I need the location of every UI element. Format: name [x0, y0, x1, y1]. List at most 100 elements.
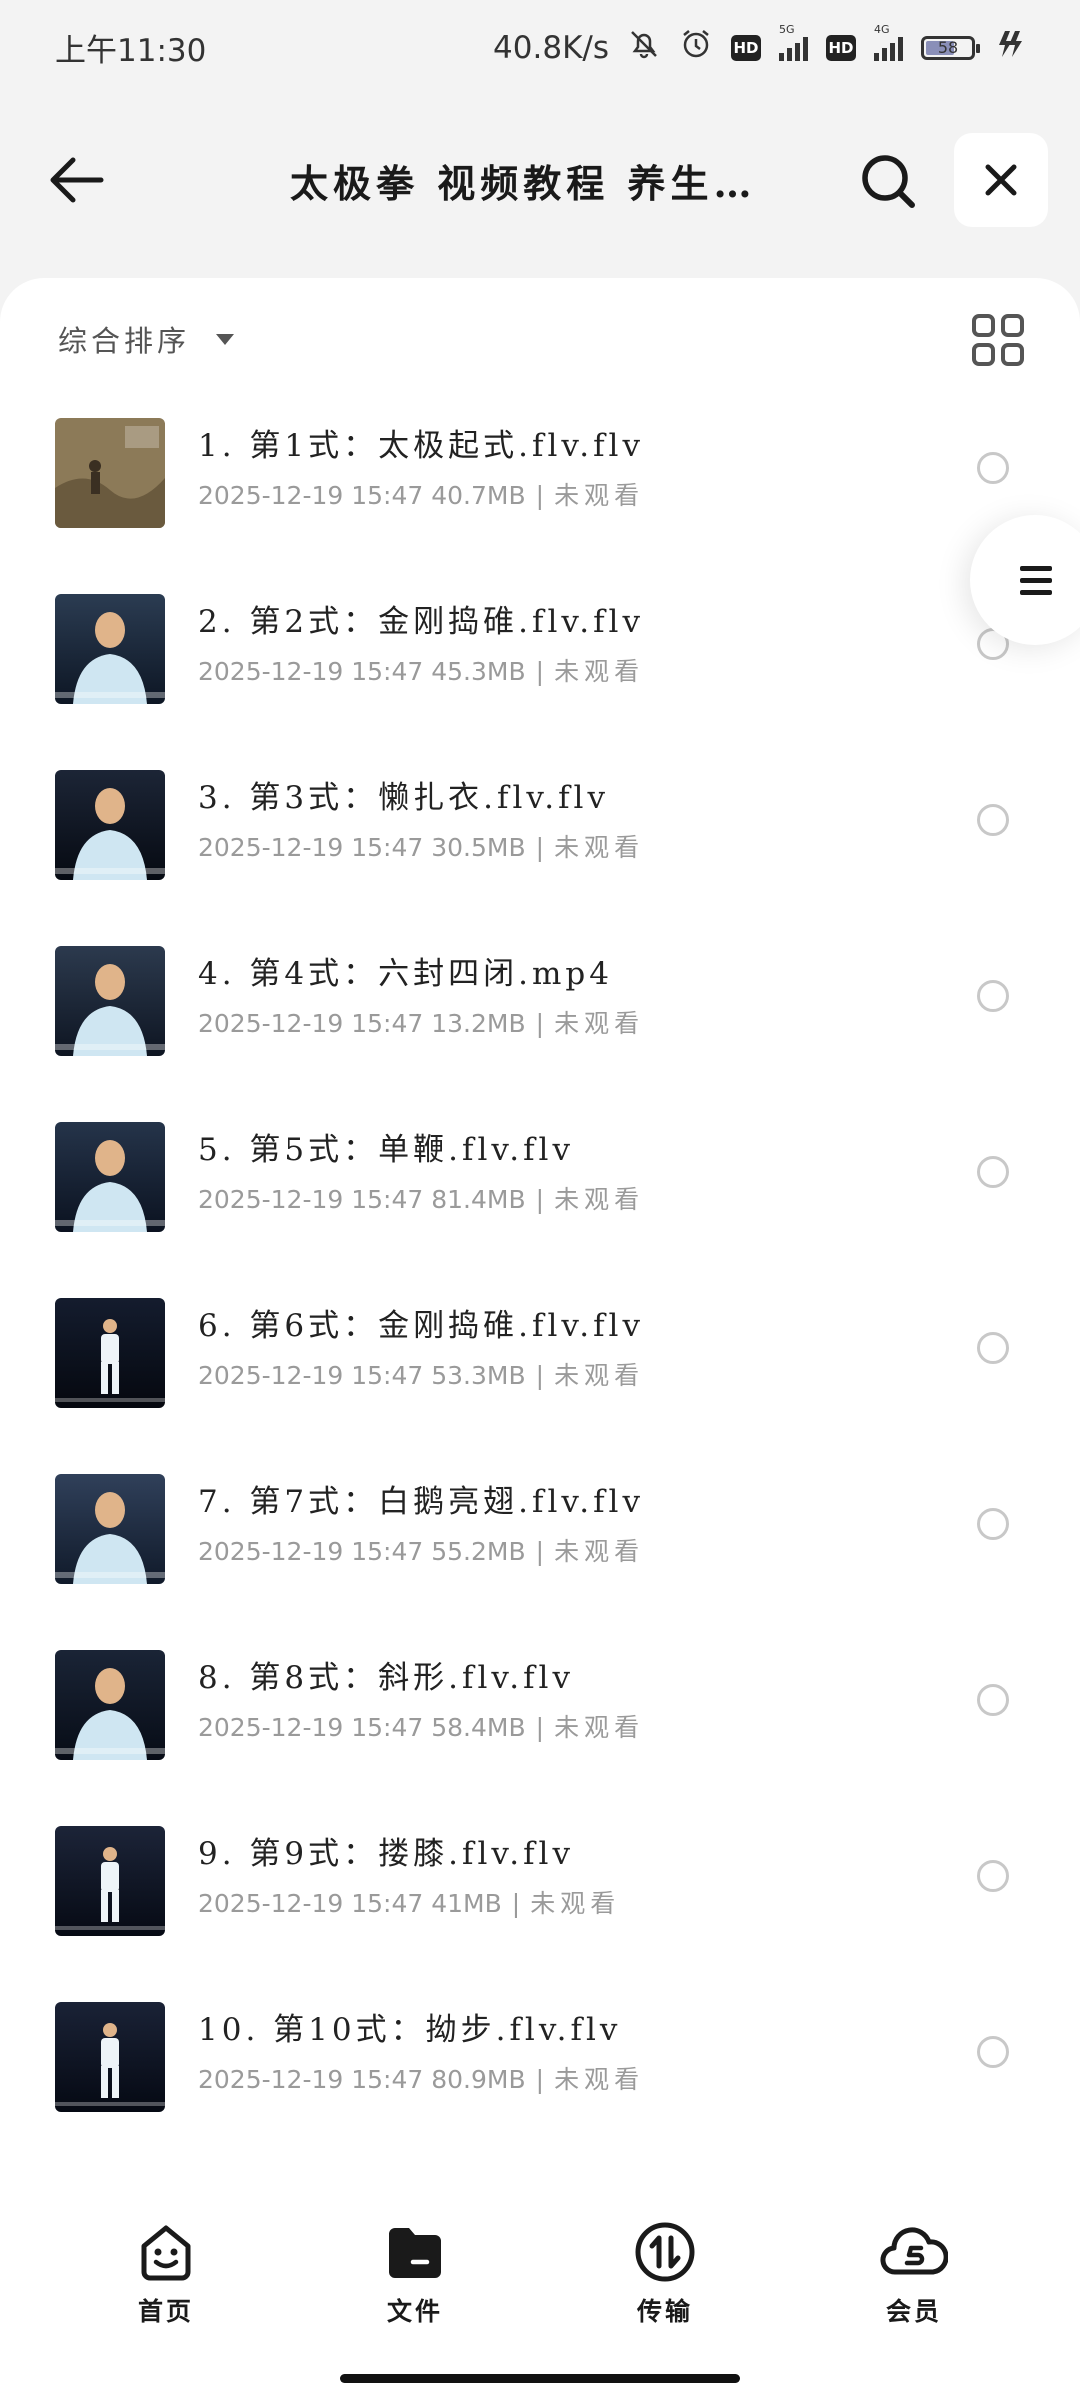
status-time: 上午11:30 [55, 33, 207, 69]
file-meta: 2025-12-19 15:47 13.2MB | 未观看 [198, 1004, 644, 1040]
file-row[interactable]: 2. 第2式：金刚捣碓.flv.flv 2025-12-19 15:47 45.3… [0, 572, 1080, 748]
file-name: 10. 第10式：拗步.flv.flv [198, 2012, 622, 2048]
file-name: 4. 第4式：六封四闭.mp4 [198, 956, 613, 992]
alarm-icon [679, 27, 713, 69]
search-button[interactable] [852, 145, 924, 217]
watch-status: 未观看 [554, 1361, 645, 1390]
select-radio[interactable] [977, 452, 1009, 484]
select-radio[interactable] [977, 2036, 1009, 2068]
nav-transfer[interactable]: 传输 [585, 2220, 745, 2328]
watch-status: 未观看 [554, 2065, 645, 2094]
file-meta: 2025-12-19 15:47 55.2MB | 未观看 [198, 1532, 644, 1568]
status-indicators: 40.8K/s HD 5G HD 4G 58 [493, 23, 1025, 69]
file-date: 2025-12-19 15:47 [198, 1361, 424, 1390]
back-button[interactable] [42, 145, 112, 215]
battery-level: 58 [937, 38, 959, 57]
file-row[interactable]: 8. 第8式：斜形.flv.flv 2025-12-19 15:47 58.4MB… [0, 1628, 1080, 1804]
file-row[interactable]: 3. 第3式：懒扎衣.flv.flv 2025-12-19 15:47 30.5M… [0, 748, 1080, 924]
select-radio[interactable] [977, 804, 1009, 836]
search-icon [862, 155, 915, 208]
file-date: 2025-12-19 15:47 [198, 1009, 424, 1038]
file-list: 1. 第1式：太极起式.flv.flv 2025-12-19 15:47 40.7… [0, 396, 1080, 2178]
file-row[interactable]: 7. 第7式：白鹅亮翅.flv.flv 2025-12-19 15:47 55.2… [0, 1452, 1080, 1628]
select-radio[interactable] [977, 1684, 1009, 1716]
close-icon [985, 164, 1017, 196]
file-date: 2025-12-19 15:47 [198, 657, 424, 686]
video-thumbnail [55, 418, 165, 528]
signal-5g-label: 5G [779, 22, 795, 36]
file-row[interactable]: 10. 第10式：拗步.flv.flv 2025-12-19 15:47 80.9… [0, 1980, 1080, 2156]
watch-status: 未观看 [554, 1009, 645, 1038]
close-button[interactable] [954, 133, 1048, 227]
watch-status: 未观看 [554, 1537, 645, 1566]
file-meta: 2025-12-19 15:47 45.3MB | 未观看 [198, 652, 644, 688]
battery-icon: 58 [921, 35, 980, 60]
file-row[interactable]: 6. 第6式：金刚捣碓.flv.flv 2025-12-19 15:47 53.3… [0, 1276, 1080, 1452]
file-meta: 2025-12-19 15:47 41MB | 未观看 [198, 1884, 620, 1920]
meta-separator: | [535, 1713, 545, 1742]
file-size: 13.2MB [431, 1009, 526, 1038]
file-row[interactable]: 1. 第1式：太极起式.flv.flv 2025-12-19 15:47 40.7… [0, 396, 1080, 572]
nav-home-label: 首页 [137, 2297, 194, 2326]
video-thumbnail [55, 2002, 165, 2112]
select-radio[interactable] [977, 980, 1009, 1012]
file-name: 7. 第7式：白鹅亮翅.flv.flv [198, 1484, 644, 1520]
meta-separator: | [535, 1537, 545, 1566]
file-meta: 2025-12-19 15:47 30.5MB | 未观看 [198, 828, 644, 864]
file-size: 80.9MB [431, 2065, 526, 2094]
file-date: 2025-12-19 15:47 [198, 833, 424, 862]
select-radio[interactable] [977, 1156, 1009, 1188]
mute-bell-icon [627, 27, 661, 69]
home-indicator [340, 2374, 740, 2383]
watch-status: 未观看 [554, 1713, 645, 1742]
smile-home-icon [141, 2225, 191, 2281]
file-row[interactable]: 4. 第4式：六封四闭.mp4 2025-12-19 15:47 13.2MB | 未… [0, 924, 1080, 1100]
file-date: 2025-12-19 15:47 [198, 1185, 424, 1214]
video-thumbnail [55, 770, 165, 880]
file-size: 81.4MB [431, 1185, 526, 1214]
file-size: 45.3MB [431, 657, 526, 686]
file-name: 6. 第6式：金刚捣碓.flv.flv [198, 1308, 644, 1344]
file-size: 55.2MB [431, 1537, 526, 1566]
watch-status: 未观看 [554, 833, 645, 862]
meta-separator: | [535, 481, 545, 510]
file-row[interactable]: 9. 第9式：搂膝.flv.flv 2025-12-19 15:47 41MB | 未… [0, 1804, 1080, 1980]
file-size: 53.3MB [431, 1361, 526, 1390]
status-bar: 上午11:30 40.8K/s HD 5G HD 4G 58 [0, 0, 1080, 95]
file-size: 40.7MB [431, 481, 526, 510]
transfer-icon [635, 2222, 695, 2282]
file-name: 2. 第2式：金刚捣碓.flv.flv [198, 604, 644, 640]
network-speed: 40.8K/s [493, 29, 609, 66]
arrow-left-icon [50, 157, 104, 203]
file-meta: 2025-12-19 15:47 40.7MB | 未观看 [198, 476, 644, 512]
file-meta: 2025-12-19 15:47 80.9MB | 未观看 [198, 2060, 644, 2096]
file-row-partial[interactable] [0, 2156, 1080, 2178]
watch-status: 未观看 [554, 1185, 645, 1214]
nav-home[interactable]: 首页 [86, 2220, 246, 2328]
sort-label: 综合排序 [58, 324, 191, 358]
select-radio[interactable] [977, 1332, 1009, 1364]
watch-status: 未观看 [554, 481, 645, 510]
file-size: 58.4MB [431, 1713, 526, 1742]
file-row[interactable]: 5. 第5式：单鞭.flv.flv 2025-12-19 15:47 81.4MB… [0, 1100, 1080, 1276]
video-thumbnail [55, 1122, 165, 1232]
meta-separator: | [535, 1185, 545, 1214]
header: 太极拳 视频教程 养生… [0, 115, 1080, 245]
video-thumbnail [55, 1650, 165, 1760]
video-thumbnail [55, 1474, 165, 1584]
video-thumbnail [55, 1826, 165, 1936]
select-radio[interactable] [977, 1508, 1009, 1540]
charging-icon [993, 28, 1025, 68]
file-meta: 2025-12-19 15:47 81.4MB | 未观看 [198, 1180, 644, 1216]
grid-view-button[interactable] [972, 314, 1024, 366]
signal-4g-label: 4G [874, 22, 890, 36]
file-date: 2025-12-19 15:47 [198, 1713, 424, 1742]
hd-badge-2: HD [826, 34, 856, 61]
nav-transfer-label: 传输 [636, 2297, 693, 2326]
select-radio[interactable] [977, 1860, 1009, 1892]
nav-files-label: 文件 [386, 2297, 443, 2326]
file-list-panel: 综合排序 1. 第1式：太极起式.flv.flv 2025-12-19 15:47… [0, 278, 1080, 2178]
nav-files[interactable]: 文件 [335, 2220, 495, 2328]
nav-vip[interactable]: 会员 [834, 2220, 994, 2328]
sort-dropdown[interactable]: 综合排序 [58, 318, 235, 360]
